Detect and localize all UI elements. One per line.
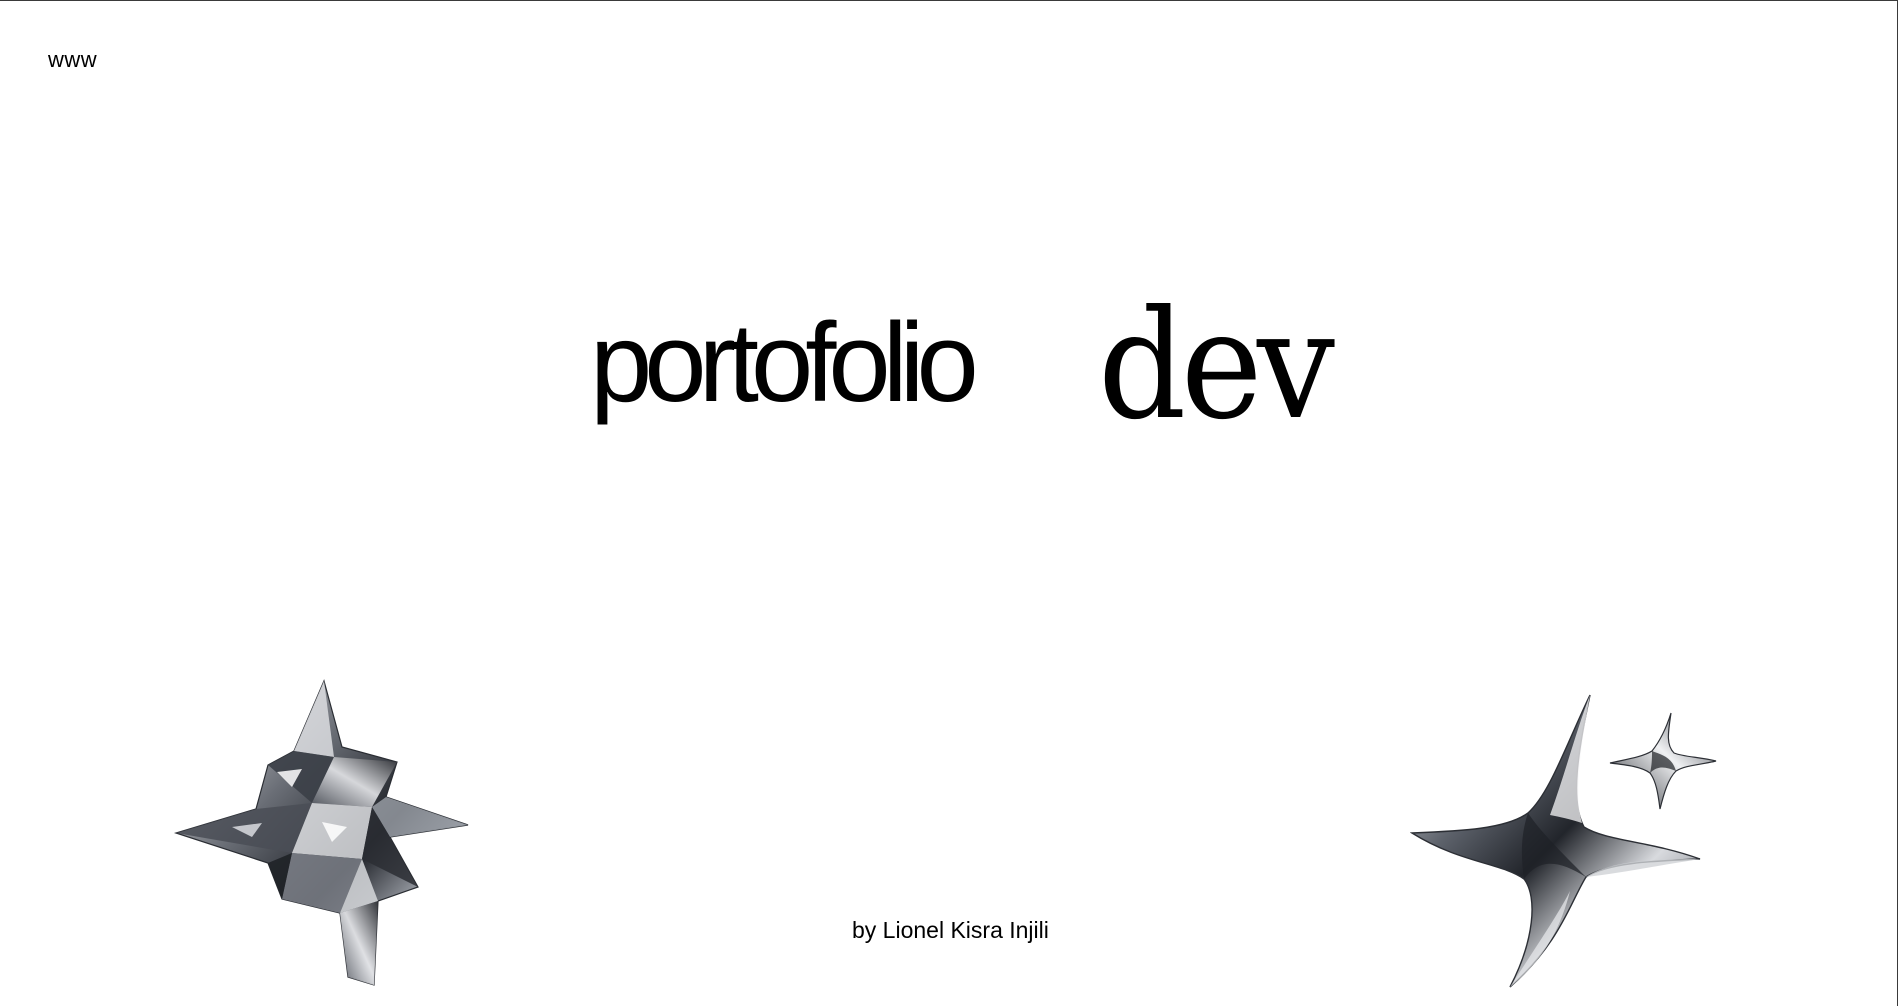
site-label[interactable]: www <box>48 47 97 73</box>
portfolio-landing-page: www portofolio dev by Lionel Kisra Injil… <box>0 0 1898 1006</box>
hero-title-dev: dev <box>1098 279 1335 453</box>
hero-title-portfolio: portofolio <box>590 300 979 425</box>
author-credit: by Lionel Kisra Injili <box>852 917 1049 943</box>
crystal-star-icon <box>173 679 469 986</box>
chrome-sparkle-icon <box>1410 694 1717 988</box>
